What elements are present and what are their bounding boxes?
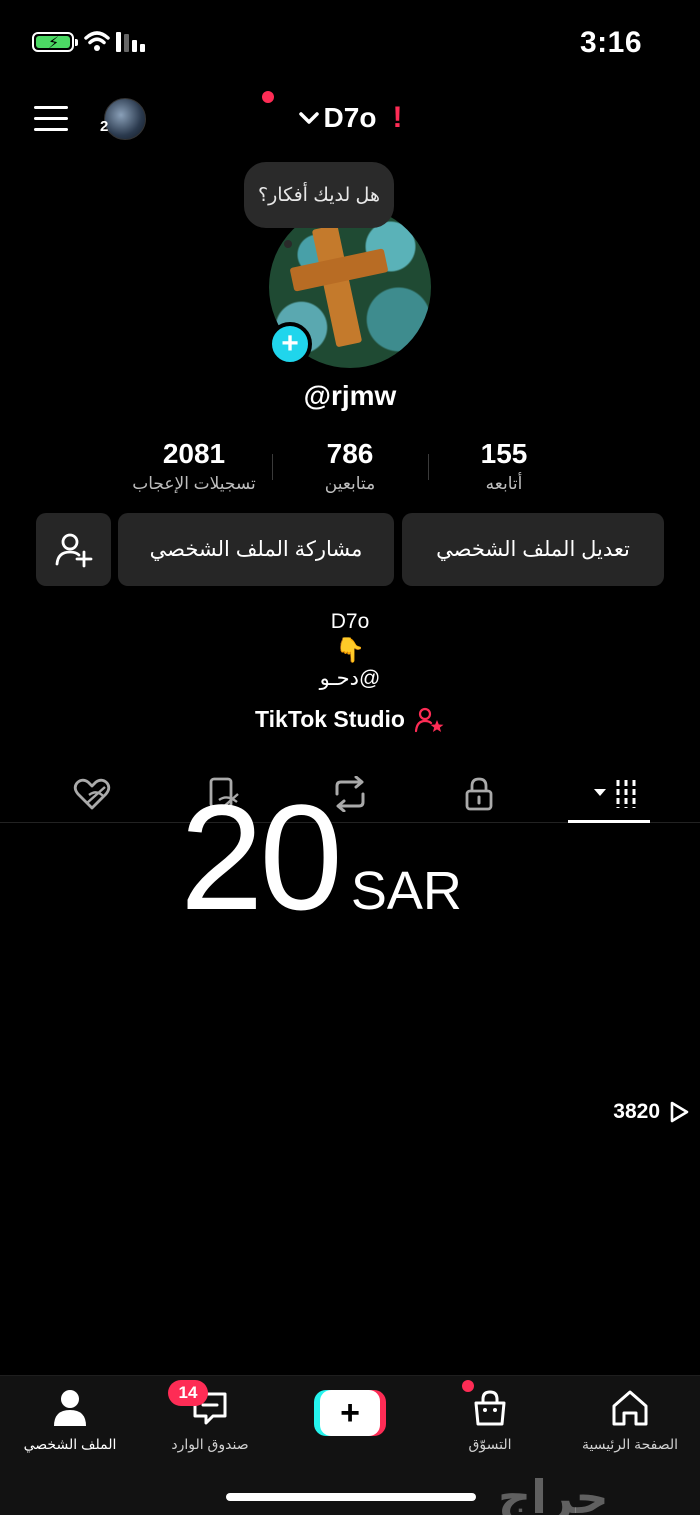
views-value: 3820 [613,1100,660,1123]
bio-line-2: 👇 [335,637,365,664]
price-amount: 20 [180,773,343,941]
price-overlay: 20 SAR [180,782,462,932]
bubble-tail [284,240,292,248]
battery-icon: ⚡ [32,32,78,52]
studio-label: TikTok Studio [255,706,405,732]
shopping-bag-icon [474,1390,506,1426]
thought-bubble[interactable]: هل لديك أفكار؟ [244,162,394,228]
username: @rjmw [303,380,397,411]
nav-shop[interactable]: التسوّق [420,1386,560,1453]
nav-profile[interactable]: الملف الشخصي [0,1386,140,1453]
nav-inbox-label: صندوق الوارد [171,1436,249,1452]
active-tab-indicator [568,820,650,823]
cell-signal-icon [116,32,145,52]
heart-hidden-icon [73,778,111,810]
following-label: أتابعه [485,474,523,493]
clock: 3:16 [579,26,642,59]
plus-icon: + [320,1390,380,1436]
likes-count: 2081 [162,438,226,469]
person-icon [54,1390,86,1426]
home-icon [612,1390,648,1426]
create-button[interactable]: + [314,1390,386,1436]
shop-notification-dot [462,1380,474,1392]
share-profile-button[interactable]: مشاركة الملف الشخصي [118,513,394,586]
tiktok-studio-link[interactable]: TikTok Studio [0,706,700,733]
price-currency: SAR [350,861,462,921]
nav-home[interactable]: الصفحة الرئيسية [560,1386,700,1453]
warning-icon: ! [392,101,403,134]
tab-videos[interactable] [570,771,650,817]
bio-line-1: D7o [330,610,370,633]
status-bar: ⚡ 3:16 [0,0,700,85]
nav-home-label: الصفحة الرئيسية [581,1436,679,1452]
nav-inbox[interactable]: صندوق الوارد [140,1386,280,1453]
chevron-down-icon [298,112,319,124]
stat-likes[interactable]: 2081 تسجيلات الإعجاب [104,438,284,494]
charging-bolt-icon: ⚡ [48,35,60,52]
stat-followers[interactable]: 786 متابعين [260,438,440,494]
nav-shop-label: التسوّق [468,1436,512,1452]
tab-liked[interactable] [52,771,132,817]
nav-profile-label: الملف الشخصي [23,1436,117,1452]
bio-line-3: @دحـو [319,667,381,690]
lock-icon [465,777,493,811]
add-friend-button[interactable] [36,513,111,586]
stat-following[interactable]: 155 أتابعه [414,438,594,494]
inbox-badge: 14 [168,1380,208,1406]
play-icon [670,1101,689,1123]
wifi-icon [84,31,110,51]
add-story-button[interactable]: + [268,322,312,366]
video-view-count[interactable]: 3820 [613,1100,690,1124]
account-name: D7o [323,102,377,133]
home-indicator[interactable] [226,1493,476,1501]
followers-label: متابعين [324,474,376,493]
followers-count: 786 [326,438,374,469]
edit-profile-button[interactable]: تعديل الملف الشخصي [402,513,664,586]
add-user-icon [55,533,92,567]
following-count: 155 [480,438,528,469]
account-switcher[interactable]: D7o ! [0,96,700,140]
grid-dropdown-icon [594,780,636,808]
likes-label: تسجيلات الإعجاب [132,474,256,493]
watermark: حراج [498,1470,609,1515]
creator-star-icon [414,707,444,732]
